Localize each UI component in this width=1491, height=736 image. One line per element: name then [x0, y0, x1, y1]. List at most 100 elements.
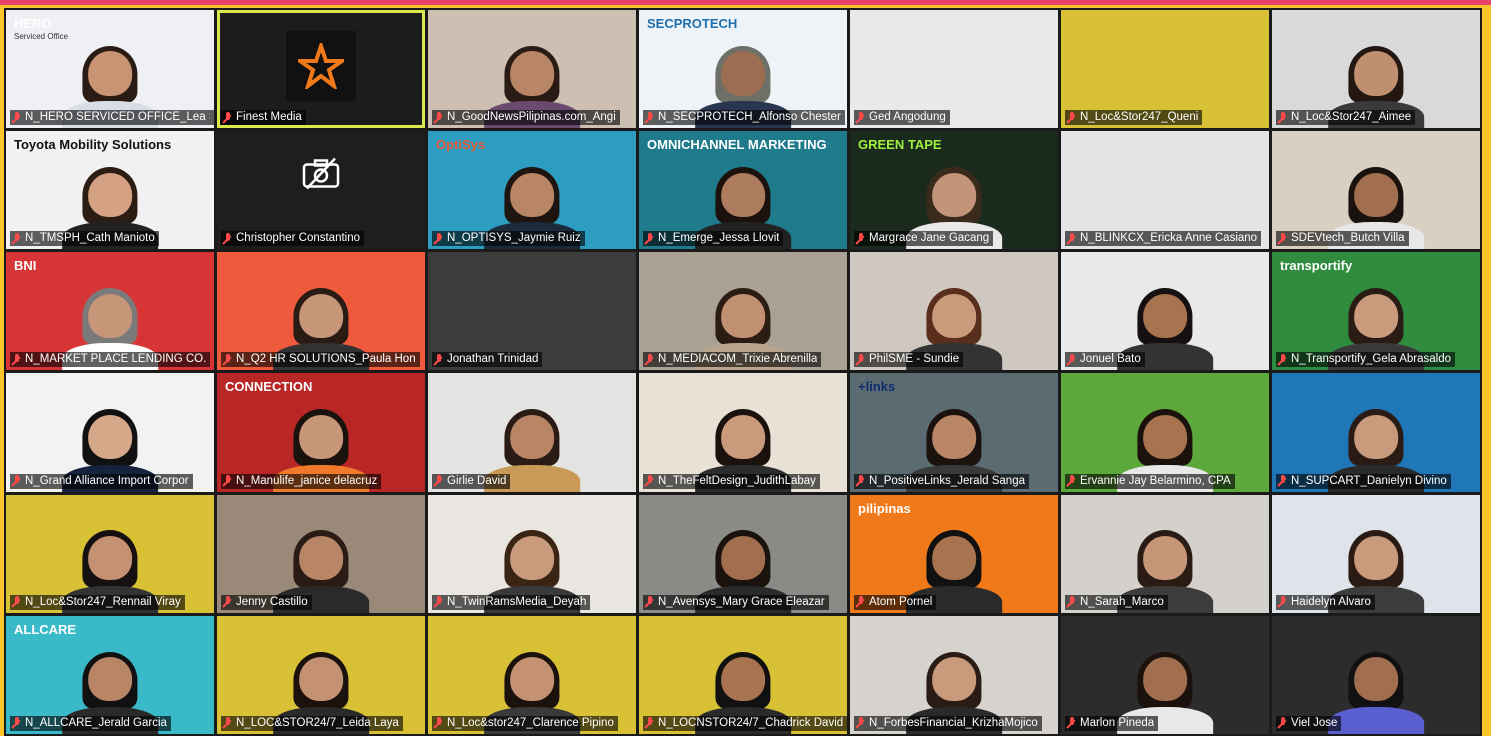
virtual-background-branding: BNI [14, 258, 37, 274]
muted-microphone-icon [1278, 232, 1288, 245]
participant-video-tile[interactable]: N_Grand Alliance Import Corpor [6, 373, 214, 492]
participant-name: Girlie David [447, 474, 507, 487]
participant-video-tile[interactable]: Haidelyn Alvaro [1272, 494, 1480, 613]
participant-name-label: N_Loc&Stor247_Queni [1065, 110, 1203, 126]
participant-name-label: N_SUPCART_Danielyn Divino [1276, 473, 1451, 489]
participant-video-tile[interactable]: PhilSME - Sundie [850, 252, 1058, 371]
participant-video-tile[interactable]: ALLCARE N_ALLCARE_Jerald Garcia [6, 615, 214, 734]
participant-name: N_MARKET PLACE LENDING CO. [25, 353, 207, 366]
participant-video-tile[interactable]: N_BLINKCX_Ericka Anne Casiano [1061, 131, 1269, 250]
participant-video-tile[interactable]: N_Loc&stor247_Clarence Pipino [428, 615, 636, 734]
participant-video-tile[interactable]: Finest Media [217, 10, 425, 129]
virtual-background-branding: +links [858, 379, 896, 395]
participant-video-tile[interactable]: SECPROTECH N_SECPROTECH_Alfonso Chester [639, 10, 847, 129]
participant-name-label: PhilSME - Sundie [854, 352, 964, 368]
participant-video-tile[interactable]: Ervannie Jay Belarmino, CPA [1061, 373, 1269, 492]
participant-video-tile[interactable]: N_Sarah_Marco [1061, 494, 1269, 613]
participant-video-tile[interactable]: CONNECTION N_Manulife_janice delacruz [217, 373, 425, 492]
participant-name: N_GoodNewsPilipinas.com_Angi [447, 111, 616, 124]
participant-video-tile[interactable]: +links N_PositiveLinks_Jerald Sanga [850, 373, 1058, 492]
muted-microphone-icon [223, 232, 233, 245]
participant-name-label: N_TwinRamsMedia_Deyah [432, 594, 591, 610]
participant-video-tile[interactable]: Jenny Castillo [217, 494, 425, 613]
participant-name: N_Loc&Stor247_Queni [1080, 111, 1199, 124]
participant-video-tile[interactable]: N_TheFeltDesign_JudithLabay [639, 373, 847, 492]
participant-video-tile[interactable]: Toyota Mobility Solutions N_TMSPH_Cath Ma… [6, 131, 214, 250]
participant-name-label: N_TMSPH_Cath Manioto [10, 231, 159, 247]
muted-microphone-icon [645, 353, 655, 366]
participant-name-label: SDEVtech_Butch Villa [1276, 231, 1409, 247]
participant-name: N_HERO SERVICED OFFICE_Lea S [25, 111, 210, 124]
muted-microphone-icon [434, 475, 444, 487]
participant-video-tile[interactable]: N_ForbesFinancial_KrizhaMojico [850, 615, 1058, 734]
muted-microphone-icon [1067, 353, 1077, 366]
participant-name: SDEVtech_Butch Villa [1291, 232, 1405, 245]
star-logo-icon [286, 31, 356, 102]
participant-name-label: N_TheFeltDesign_JudithLabay [643, 473, 820, 489]
muted-microphone-icon [223, 353, 233, 366]
participant-name-label: Haidelyn Alvaro [1276, 594, 1375, 610]
participant-name: Viel Jose [1291, 716, 1338, 729]
participant-name-label: N_OPTISYS_Jaymie Ruiz [432, 231, 585, 247]
participant-video-feed [1328, 650, 1424, 734]
participant-name: N_LOC&STOR24/7_Leida Laya [236, 716, 399, 729]
participant-video-tile[interactable]: Jonathan Trinidad [428, 252, 636, 371]
muted-microphone-icon [645, 717, 655, 729]
muted-microphone-icon [223, 111, 233, 124]
participant-name: PhilSME - Sundie [869, 353, 960, 366]
participant-video-tile[interactable]: N_LOCNSTOR24/7_Chadrick David [639, 615, 847, 734]
participant-name-label: N_Q2 HR SOLUTIONS_Paula Hon [221, 352, 420, 368]
participant-video-tile[interactable]: N_Loc&Stor247_Queni [1061, 10, 1269, 129]
muted-microphone-icon [434, 717, 444, 729]
participant-name-label: N_Transportify_Gela Abrasaldo [1276, 352, 1456, 368]
participant-video-tile[interactable]: OMNICHANNEL MARKETING N_Emerge_Jessa Llov… [639, 131, 847, 250]
muted-microphone-icon [1278, 596, 1288, 608]
participant-video-tile[interactable]: pilipinas Atom Pornel [850, 494, 1058, 613]
participant-name: Ervannie Jay Belarmino, CPA [1080, 474, 1231, 487]
participant-name: N_TwinRamsMedia_Deyah [447, 595, 587, 608]
participant-name: Jonuel Bato [1080, 353, 1141, 366]
participant-video-tile[interactable]: BNI N_MARKET PLACE LENDING CO. [6, 252, 214, 371]
participant-video-tile[interactable]: Girlie David [428, 373, 636, 492]
participant-name-label: Jenny Castillo [221, 594, 312, 610]
participant-video-tile[interactable]: N_Loc&Stor247_Aimee [1272, 10, 1480, 129]
participant-name-label: Girlie David [432, 473, 511, 489]
participant-name: Jonathan Trinidad [447, 353, 539, 366]
participant-name-label: Jonuel Bato [1065, 352, 1145, 368]
muted-microphone-icon [434, 596, 444, 608]
participant-video-tile[interactable]: Jonuel Bato [1061, 252, 1269, 371]
muted-microphone-icon [856, 111, 866, 124]
participant-name-label: N_Loc&Stor247_Rennail Viray [10, 594, 185, 610]
participant-name: N_Emerge_Jessa Llovit [658, 232, 780, 245]
muted-microphone-icon [12, 475, 22, 487]
muted-microphone-icon [223, 596, 233, 608]
participant-video-tile[interactable]: Ged Angodung [850, 10, 1058, 129]
participant-video-tile[interactable]: N_Avensys_Mary Grace Eleazar [639, 494, 847, 613]
muted-microphone-icon [12, 111, 22, 124]
participant-video-tile[interactable]: transportify N_Transportify_Gela Abrasald… [1272, 252, 1480, 371]
muted-microphone-icon [645, 232, 655, 245]
participant-name: N_ALLCARE_Jerald Garcia [25, 716, 167, 729]
muted-microphone-icon [1278, 717, 1288, 729]
participant-name-label: N_BLINKCX_Ericka Anne Casiano [1065, 231, 1262, 247]
participant-video-tile[interactable]: Viel Jose [1272, 615, 1480, 734]
participant-video-tile[interactable]: N_GoodNewsPilipinas.com_Angi [428, 10, 636, 129]
participant-video-tile[interactable]: N_LOC&STOR24/7_Leida Laya [217, 615, 425, 734]
participant-name-label: N_HERO SERVICED OFFICE_Lea S [10, 110, 214, 126]
participant-name: N_MEDIACOM_Trixie Abrenilla [658, 353, 818, 366]
virtual-background-branding: OMNICHANNEL MARKETING [647, 137, 827, 153]
participant-video-tile[interactable]: N_MEDIACOM_Trixie Abrenilla [639, 252, 847, 371]
participant-video-tile[interactable]: N_TwinRamsMedia_Deyah [428, 494, 636, 613]
participant-video-tile[interactable]: Christopher Constantino [217, 131, 425, 250]
participant-video-tile[interactable]: HERO Serviced Office N_HERO SERVICED OFFIC… [6, 10, 214, 129]
participant-video-tile[interactable]: GREEN TAPE Margrace Jane Gacang [850, 131, 1058, 250]
participant-video-tile[interactable]: Marlon Pineda [1061, 615, 1269, 734]
participant-video-tile[interactable]: OptiSys N_OPTISYS_Jaymie Ruiz [428, 131, 636, 250]
participant-video-tile[interactable]: N_Q2 HR SOLUTIONS_Paula Hon [217, 252, 425, 371]
participant-video-tile[interactable]: N_SUPCART_Danielyn Divino [1272, 373, 1480, 492]
window-top-strip [0, 0, 1491, 5]
participant-video-tile[interactable]: N_Loc&Stor247_Rennail Viray [6, 494, 214, 613]
muted-microphone-icon [1067, 475, 1077, 487]
participant-name: N_LOCNSTOR24/7_Chadrick David [658, 716, 843, 729]
participant-video-tile[interactable]: SDEVtech_Butch Villa [1272, 131, 1480, 250]
